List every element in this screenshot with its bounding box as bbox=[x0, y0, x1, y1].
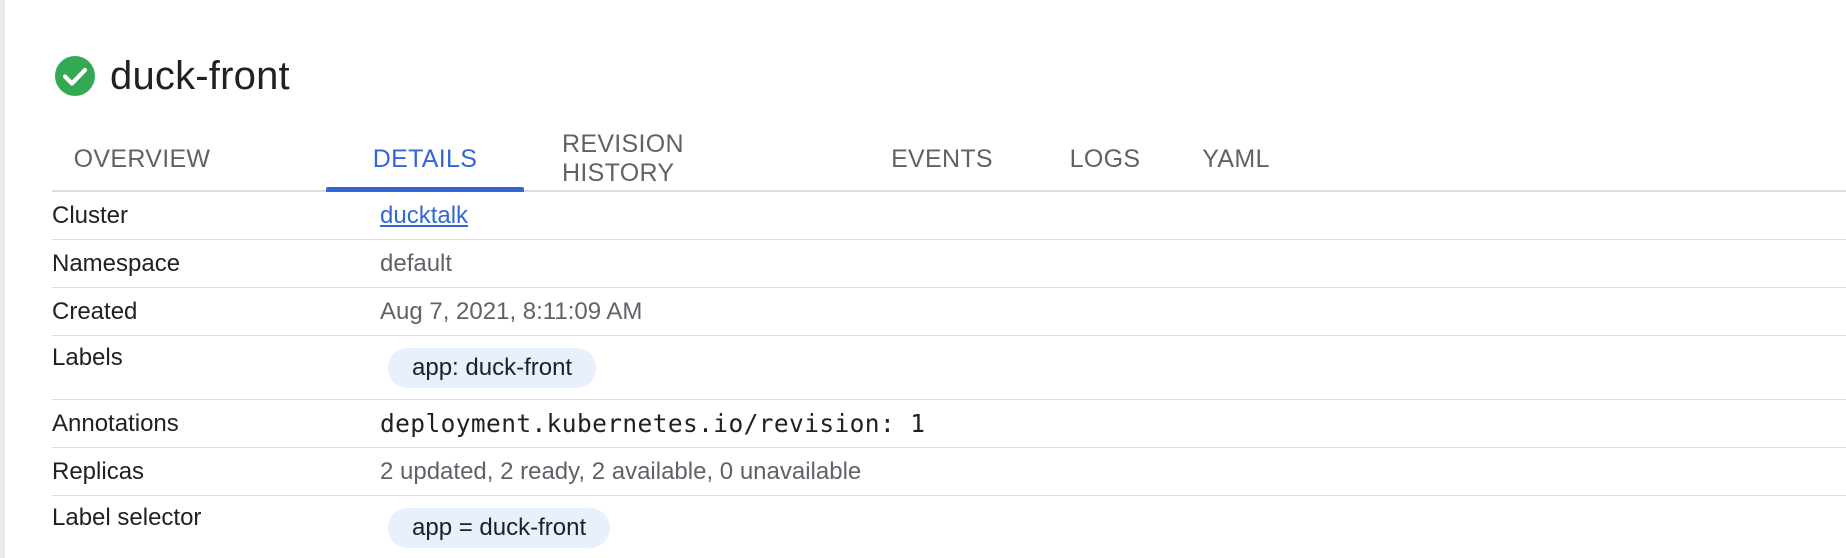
detail-label: Created bbox=[52, 297, 138, 325]
selector-chip: app = duck-front bbox=[388, 508, 611, 548]
tab-revision-history[interactable]: REVISION HISTORY bbox=[562, 128, 798, 190]
page-header: duck-front bbox=[54, 52, 290, 100]
check-circle-icon bbox=[54, 55, 96, 97]
detail-row-annotations: Annotations deployment.kubernetes.io/rev… bbox=[52, 400, 1846, 448]
label-selector-value: app = duck-front bbox=[380, 496, 611, 548]
detail-row-labels: Labels app: duck-front bbox=[52, 336, 1846, 400]
detail-row-replicas: Replicas 2 updated, 2 ready, 2 available… bbox=[52, 448, 1846, 496]
detail-label: Replicas bbox=[52, 457, 145, 485]
detail-row-namespace: Namespace default bbox=[52, 240, 1846, 288]
detail-label: Cluster bbox=[52, 201, 129, 229]
details-table: Cluster ducktalk Namespace default Creat… bbox=[52, 192, 1846, 558]
created-value: Aug 7, 2021, 8:11:09 AM bbox=[380, 297, 643, 325]
detail-row-created: Created Aug 7, 2021, 8:11:09 AM bbox=[52, 288, 1846, 336]
detail-label: Labels bbox=[52, 344, 123, 371]
replicas-value: 2 updated, 2 ready, 2 available, 0 unava… bbox=[380, 457, 862, 485]
left-panel-edge bbox=[0, 0, 5, 558]
page-title: duck-front bbox=[110, 53, 290, 98]
tab-bar: OVERVIEW DETAILS REVISION HISTORY EVENTS… bbox=[52, 128, 1846, 192]
tab-overview[interactable]: OVERVIEW bbox=[52, 128, 232, 190]
cluster-link[interactable]: ducktalk bbox=[380, 202, 468, 230]
tab-yaml[interactable]: YAML bbox=[1188, 128, 1284, 190]
detail-label: Namespace bbox=[52, 249, 181, 277]
tab-events[interactable]: EVENTS bbox=[882, 128, 1002, 190]
labels-value: app: duck-front bbox=[380, 336, 597, 388]
namespace-value: default bbox=[380, 249, 453, 277]
deployment-details-page: duck-front OVERVIEW DETAILS REVISION HIS… bbox=[0, 0, 1846, 558]
annotations-value: deployment.kubernetes.io/revision: 1 bbox=[380, 409, 926, 438]
detail-label: Annotations bbox=[52, 409, 179, 437]
detail-row-cluster: Cluster ducktalk bbox=[52, 192, 1846, 240]
detail-row-label-selector: Label selector app = duck-front bbox=[52, 496, 1846, 558]
label-chip: app: duck-front bbox=[388, 348, 597, 388]
detail-label: Label selector bbox=[52, 504, 202, 531]
tab-details[interactable]: DETAILS bbox=[326, 128, 524, 190]
tab-logs[interactable]: LOGS bbox=[1062, 128, 1148, 190]
